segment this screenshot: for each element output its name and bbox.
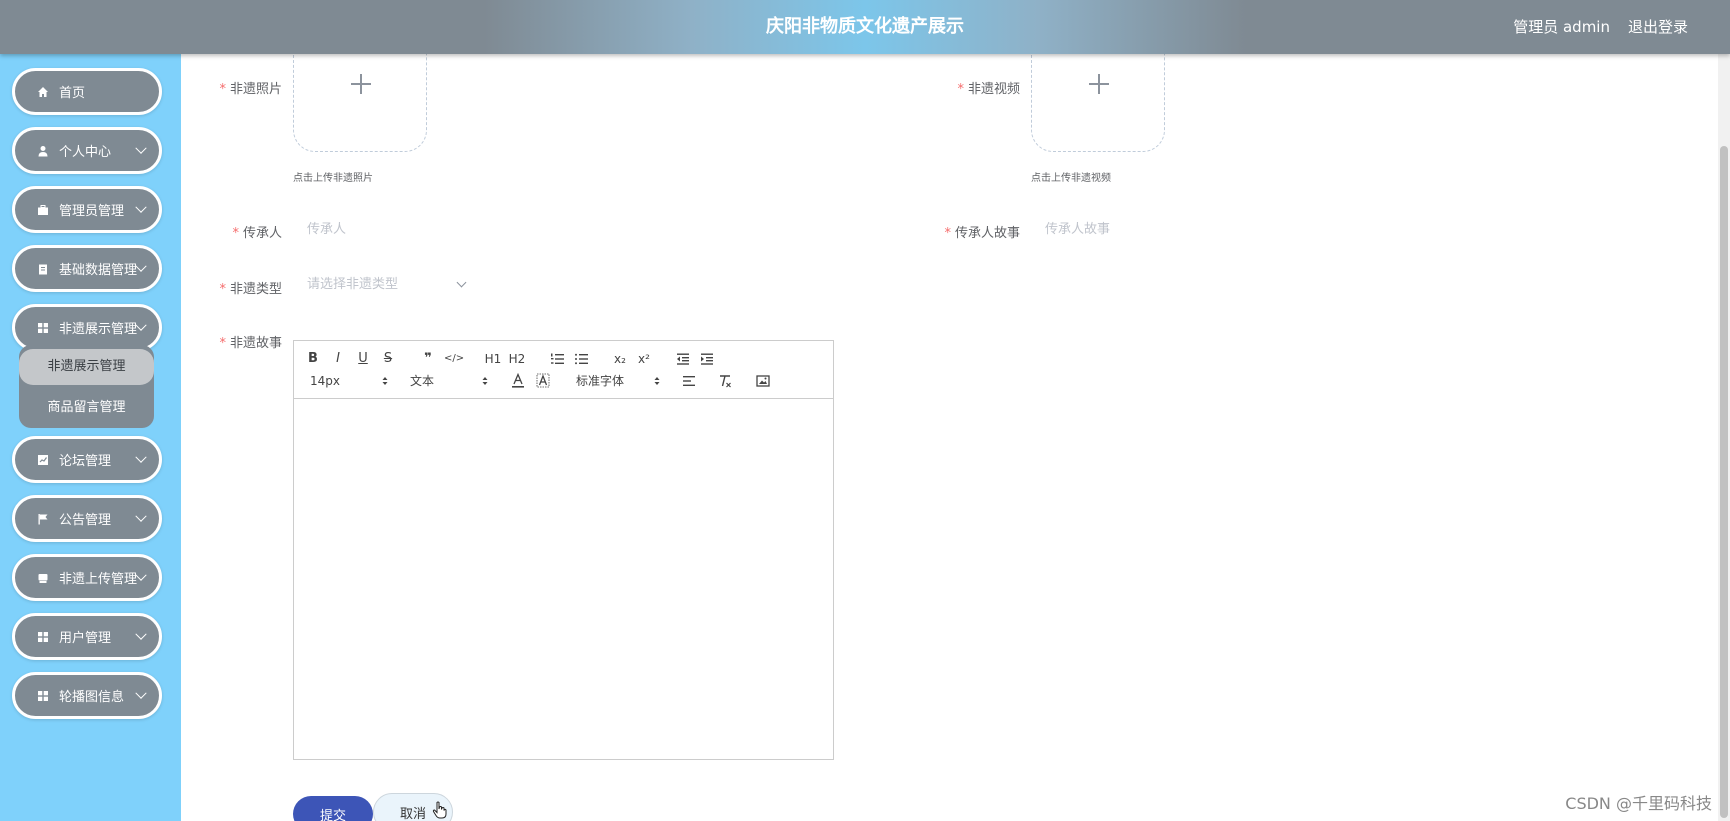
image-icon[interactable] — [756, 374, 770, 388]
photo-uploader[interactable] — [293, 52, 427, 152]
chevron-down-icon — [135, 628, 147, 640]
chevron-down-icon — [456, 277, 467, 288]
heritage-submenu: 非遗展示管理 商品留言管理 — [19, 345, 154, 428]
sidebar-item-forum[interactable]: 论坛管理 — [12, 436, 162, 483]
video-upload-tip: 点击上传非遗视频 — [1031, 173, 1111, 184]
sidebar-item-label: 管理员管理 — [59, 204, 125, 219]
sidebar-item-label: 用户管理 — [59, 631, 112, 646]
user-icon — [38, 145, 48, 156]
font-size-select[interactable]: 14px — [310, 372, 388, 390]
underline-button[interactable]: U — [356, 350, 370, 368]
chevron-down-icon — [135, 142, 147, 154]
sidebar-item-label: 公告管理 — [59, 513, 112, 528]
select-caret-icon — [382, 377, 388, 385]
logout-link[interactable]: 退出登录 — [1628, 0, 1688, 54]
sidebar-item-user-management[interactable]: 用户管理 — [12, 613, 162, 660]
hand-cursor-icon — [432, 801, 447, 819]
chart-icon — [38, 454, 48, 465]
sidebar-item-admin-management[interactable]: 管理员管理 — [12, 186, 162, 233]
header2-button[interactable]: H2 — [508, 350, 526, 368]
strike-button[interactable]: S — [381, 350, 395, 368]
chevron-down-icon — [135, 201, 147, 213]
sidebar-item-announcements[interactable]: 公告管理 — [12, 495, 162, 542]
ordered-list-icon[interactable] — [550, 352, 564, 366]
submit-button[interactable]: 提交 — [293, 796, 373, 821]
sidebar-item-label: 论坛管理 — [59, 454, 112, 469]
sidebar-item-label: 首页 — [59, 86, 86, 101]
chevron-down-icon — [135, 319, 147, 331]
sidebar-item-basic-data[interactable]: 基础数据管理 — [12, 245, 162, 292]
rich-text-editor: B I U S ❞ </> H1 H2 x₂ x² 14px 文本 标准字体 — [293, 340, 834, 760]
header1-button[interactable]: H1 — [484, 350, 502, 368]
scrollbar-thumb[interactable] — [1720, 146, 1728, 818]
video-label: * 非遗视频 — [957, 82, 1020, 97]
subscript-button[interactable]: x₂ — [612, 350, 628, 368]
sidebar-item-label: 基础数据管理 — [58, 263, 137, 278]
heritage-type-placeholder: 请选择非遗类型 — [307, 277, 399, 292]
page-scrollbar[interactable] — [1718, 54, 1730, 821]
chevron-down-icon — [135, 687, 147, 699]
clear-format-icon[interactable] — [718, 374, 732, 388]
flag-icon — [38, 513, 48, 524]
italic-button[interactable]: I — [331, 350, 345, 368]
inheritor-input[interactable] — [295, 212, 695, 246]
clipboard-icon — [38, 264, 47, 274]
chevron-down-icon — [135, 451, 147, 463]
chevron-down-icon — [135, 569, 147, 581]
photo-upload-tip: 点击上传非遗照片 — [293, 173, 373, 184]
video-uploader[interactable] — [1031, 52, 1165, 152]
font-family-select[interactable]: 标准字体 — [576, 372, 660, 390]
sidebar-item-heritage-upload[interactable]: 非遗上传管理 — [12, 554, 162, 601]
editor-content-area[interactable] — [294, 399, 833, 759]
grid-icon — [38, 631, 48, 642]
header-type-select[interactable]: 文本 — [410, 372, 488, 390]
select-caret-icon — [482, 377, 488, 385]
sidebar-item-heritage-display[interactable]: 非遗展示管理 — [12, 304, 162, 351]
home-icon — [38, 86, 48, 97]
blockquote-button[interactable]: ❞ — [420, 350, 436, 368]
sidebar-item-personal-center[interactable]: 个人中心 — [12, 127, 162, 174]
sidebar-item-label: 个人中心 — [59, 145, 112, 160]
grid-icon — [37, 322, 48, 333]
box-icon — [38, 573, 48, 583]
chevron-down-icon — [135, 260, 147, 272]
editor-toolbar: B I U S ❞ </> H1 H2 x₂ x² 14px 文本 标准字体 — [294, 341, 833, 399]
sidebar-item-label: 非遗上传管理 — [58, 572, 137, 587]
heritage-type-label: * 非遗类型 — [219, 282, 282, 297]
bullet-list-icon[interactable] — [574, 352, 588, 366]
inheritor-story-label: * 传承人故事 — [944, 226, 1020, 241]
sidebar-item-label: 非遗展示管理 — [58, 322, 137, 337]
indent-icon[interactable] — [700, 352, 714, 366]
align-icon[interactable] — [682, 374, 696, 388]
outdent-icon[interactable] — [676, 352, 690, 366]
heritage-type-select[interactable]: 请选择非遗类型 — [295, 268, 475, 302]
inheritor-story-input[interactable] — [1033, 212, 1433, 246]
chevron-down-icon — [135, 510, 147, 522]
sidebar-item-carousel[interactable]: 轮播图信息 — [12, 672, 162, 719]
select-caret-icon — [654, 377, 660, 385]
heritage-story-label: * 非遗故事 — [219, 336, 282, 351]
background-color-icon[interactable] — [536, 373, 550, 389]
submenu-item-product-messages[interactable]: 商品留言管理 — [19, 388, 154, 428]
app-title: 庆阳非物质文化遗产展示 — [766, 16, 964, 37]
submenu-item-heritage-display[interactable]: 非遗展示管理 — [19, 349, 154, 385]
code-block-button[interactable]: </> — [444, 350, 464, 368]
grid-icon — [38, 690, 48, 701]
bold-button[interactable]: B — [306, 350, 320, 368]
photo-label: * 非遗照片 — [219, 82, 282, 97]
briefcase-icon — [38, 204, 48, 215]
superscript-button[interactable]: x² — [636, 350, 652, 368]
current-user-label: 管理员 admin — [1513, 18, 1610, 36]
text-color-icon[interactable] — [511, 373, 525, 389]
inheritor-label: * 传承人 — [232, 226, 282, 241]
watermark: CSDN @千里码科技 — [1565, 794, 1712, 813]
sidebar-item-home[interactable]: 首页 — [12, 68, 162, 115]
sidebar-item-label: 轮播图信息 — [59, 690, 125, 705]
top-header: 庆阳非物质文化遗产展示 管理员 admin 退出登录 — [0, 0, 1730, 54]
